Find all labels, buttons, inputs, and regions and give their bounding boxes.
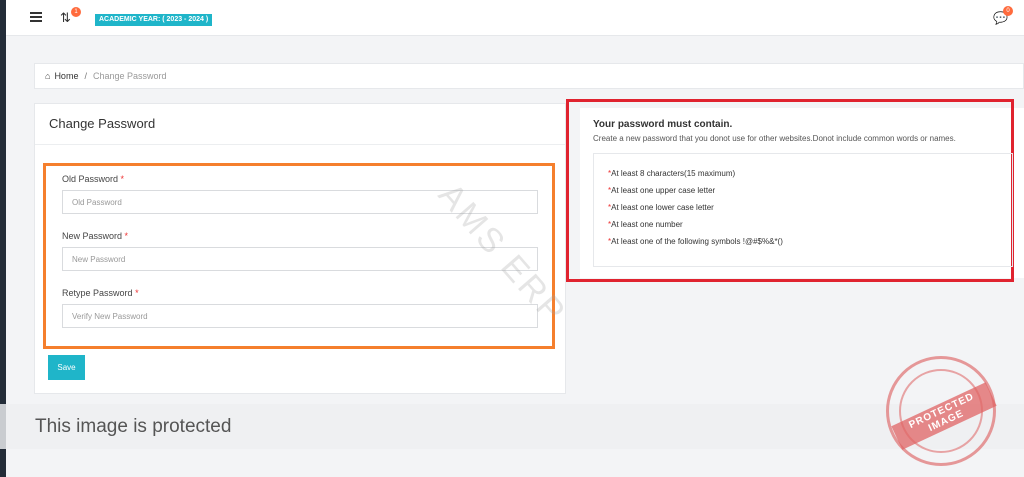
new-password-label-text: New Password xyxy=(62,231,123,241)
protected-notice-bar: This image is protected xyxy=(0,404,1024,449)
breadcrumb-home[interactable]: Home xyxy=(54,71,78,81)
rule-item: *At least one of the following symbols !… xyxy=(608,236,1012,253)
rule-text: At least one of the following symbols !@… xyxy=(611,237,783,246)
rule-text: At least one number xyxy=(611,220,683,229)
save-button[interactable]: Save xyxy=(48,355,85,380)
old-password-input[interactable] xyxy=(62,190,538,214)
card-divider xyxy=(35,144,565,145)
required-mark: * xyxy=(120,174,125,184)
notification-badge: 1 xyxy=(71,7,81,17)
switch-arrows-icon[interactable]: ⇅ xyxy=(60,11,71,25)
new-password-input[interactable] xyxy=(62,247,538,271)
retype-password-input[interactable] xyxy=(62,304,538,328)
old-password-label: Old Password * xyxy=(62,174,124,184)
chat-badge: 0 xyxy=(1003,6,1013,16)
rule-text: At least one upper case letter xyxy=(611,186,716,195)
old-password-label-text: Old Password xyxy=(62,174,119,184)
required-mark: * xyxy=(135,288,139,298)
protected-notice-text: This image is protected xyxy=(35,416,232,437)
breadcrumb-separator: / xyxy=(84,71,87,81)
card-title: Change Password xyxy=(49,116,156,131)
hamburger-menu-icon[interactable] xyxy=(30,12,42,23)
academic-year-badge: ACADEMIC YEAR: ( 2023 - 2024 ) xyxy=(95,14,213,26)
rules-list: *At least 8 characters(15 maximum) *At l… xyxy=(593,153,1013,267)
protected-bar-strip xyxy=(0,404,6,449)
rule-text: At least one lower case letter xyxy=(611,203,714,212)
top-navbar: ⇅ 1 ACADEMIC YEAR: ( 2023 - 2024 ) 💬 0 xyxy=(6,0,1024,36)
home-icon: ⌂ xyxy=(45,71,51,81)
rules-subtitle: Create a new password that you donot use… xyxy=(593,134,956,143)
rule-text: At least 8 characters(15 maximum) xyxy=(611,169,736,178)
new-password-label: New Password * xyxy=(62,231,128,241)
rule-item: *At least one number xyxy=(608,219,1012,236)
required-mark: * xyxy=(124,231,129,241)
rule-item: *At least one upper case letter xyxy=(608,185,1012,202)
retype-password-label-text: Retype Password xyxy=(62,288,133,298)
rules-title: Your password must contain. xyxy=(593,119,733,130)
retype-password-label: Retype Password * xyxy=(62,288,139,298)
breadcrumb-current: Change Password xyxy=(92,71,167,81)
rule-item: *At least one lower case letter xyxy=(608,202,1012,219)
breadcrumb: ⌂ Home / Change Password xyxy=(34,63,1024,89)
rule-item: *At least 8 characters(15 maximum) xyxy=(608,168,1012,185)
